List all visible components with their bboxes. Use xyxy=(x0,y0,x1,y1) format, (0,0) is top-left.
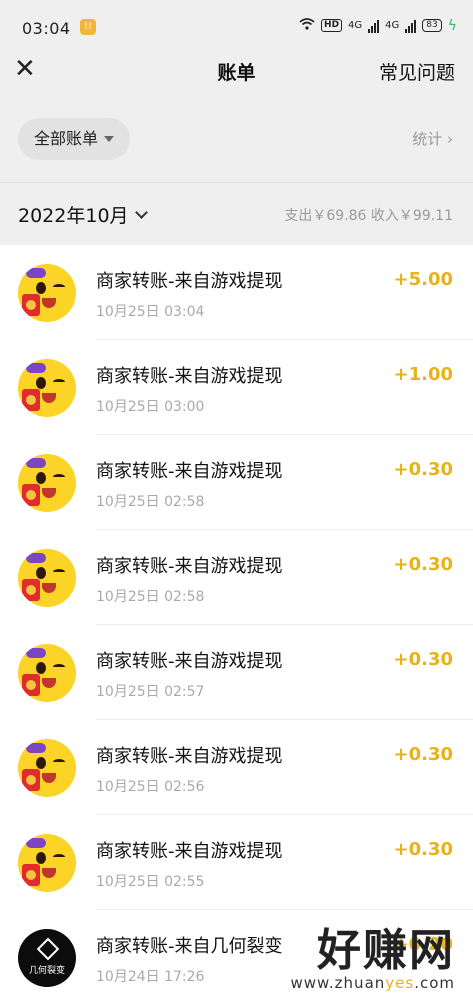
item-amount: +1.00 xyxy=(393,364,454,385)
item-amount: +0.30 xyxy=(393,744,454,765)
stats-link[interactable]: 统计 › xyxy=(412,128,453,149)
header-area: 03:04 !! HD 4G 4G 83 ϟ ✕ 账单 常见问题 全部账单 统计… xyxy=(0,0,473,245)
item-time: 10月25日 03:00 xyxy=(96,399,205,415)
nav-bar: ✕ 账单 常见问题 xyxy=(0,56,473,86)
battery-icon: 83 xyxy=(422,19,442,32)
item-amount: +0.30 xyxy=(393,839,454,860)
filter-label: 全部账单 xyxy=(34,129,99,148)
list-item[interactable]: 商家转账-来自游戏提现 10月25日 03:04 +5.00 xyxy=(0,245,473,340)
notification-icon: !! xyxy=(80,19,96,35)
month-summary: 支出￥69.86 收入￥99.11 xyxy=(284,208,453,224)
merchant-logo-icon: 几何裂变 xyxy=(18,929,76,987)
faq-link[interactable]: 常见问题 xyxy=(379,58,455,85)
merchant-avatar-icon xyxy=(18,359,76,417)
month-bar: 2022年10月 支出￥69.86 收入￥99.11 xyxy=(0,182,473,245)
status-icons: HD 4G 4G 83 ϟ xyxy=(299,18,457,33)
merchant-avatar-icon xyxy=(18,454,76,512)
merchant-avatar-icon xyxy=(18,739,76,797)
item-time: 10月25日 02:58 xyxy=(96,589,205,605)
month-label: 2022年10月 xyxy=(18,205,129,227)
merchant-avatar-icon xyxy=(18,264,76,322)
list-item[interactable]: 商家转账-来自游戏提现 10月25日 02:58 +0.30 xyxy=(0,435,473,530)
status-time: 03:04 xyxy=(22,19,71,38)
list-item[interactable]: 商家转账-来自游戏提现 10月25日 02:55 +0.30 xyxy=(0,815,473,910)
item-amount: +0.30 xyxy=(393,649,454,670)
item-time: 10月25日 02:55 xyxy=(96,874,205,890)
hd-badge: HD xyxy=(321,19,343,32)
list-item[interactable]: 商家转账-来自游戏提现 10月25日 02:56 +0.30 xyxy=(0,720,473,815)
merchant-avatar-icon xyxy=(18,549,76,607)
transaction-list: 商家转账-来自游戏提现 10月25日 03:04 +5.00 商家转账-来自游戏… xyxy=(0,245,473,1000)
item-amount: +0.30 xyxy=(393,459,454,480)
item-name: 商家转账-来自几何裂变 xyxy=(96,936,283,957)
item-time: 10月25日 02:56 xyxy=(96,779,205,795)
signal-4g-icon: 4G xyxy=(348,20,363,31)
item-time: 10月25日 02:58 xyxy=(96,494,205,510)
item-time: 10月24日 17:26 xyxy=(96,969,205,985)
item-amount: +5.00 xyxy=(393,269,454,290)
signal-bars-icon xyxy=(368,19,380,33)
chevron-down-icon xyxy=(134,205,148,219)
watermark-url: www.zhuanyes.com xyxy=(290,974,455,992)
wifi-icon xyxy=(299,18,315,33)
item-time: 10月25日 03:04 xyxy=(96,304,205,320)
signal-4g-icon-2: 4G xyxy=(385,20,400,31)
filter-dropdown[interactable]: 全部账单 xyxy=(18,118,131,160)
item-amount: +0.30 xyxy=(393,554,454,575)
item-name: 商家转账-来自游戏提现 xyxy=(96,556,283,577)
list-item[interactable]: 商家转账-来自游戏提现 10月25日 02:57 +0.30 xyxy=(0,625,473,720)
watermark-title: 好赚网 xyxy=(317,925,455,976)
item-name: 商家转账-来自游戏提现 xyxy=(96,271,283,292)
charging-icon: ϟ xyxy=(447,17,457,34)
merchant-avatar-icon xyxy=(18,834,76,892)
item-name: 商家转账-来自游戏提现 xyxy=(96,366,283,387)
item-time: 10月25日 02:57 xyxy=(96,684,205,700)
item-name: 商家转账-来自游戏提现 xyxy=(96,651,283,672)
caret-down-icon xyxy=(104,136,115,142)
merchant-avatar-icon xyxy=(18,644,76,702)
watermark: 好赚网 www.zhuanyes.com xyxy=(290,925,455,993)
month-selector[interactable]: 2022年10月 xyxy=(18,201,148,228)
item-name: 商家转账-来自游戏提现 xyxy=(96,746,283,767)
item-name: 商家转账-来自游戏提现 xyxy=(96,461,283,482)
status-bar: 03:04 !! HD 4G 4G 83 ϟ xyxy=(0,0,473,58)
signal-bars-icon-2 xyxy=(405,19,417,33)
list-item[interactable]: 商家转账-来自游戏提现 10月25日 03:00 +1.00 xyxy=(0,340,473,435)
list-item[interactable]: 商家转账-来自游戏提现 10月25日 02:58 +0.30 xyxy=(0,530,473,625)
item-name: 商家转账-来自游戏提现 xyxy=(96,841,283,862)
